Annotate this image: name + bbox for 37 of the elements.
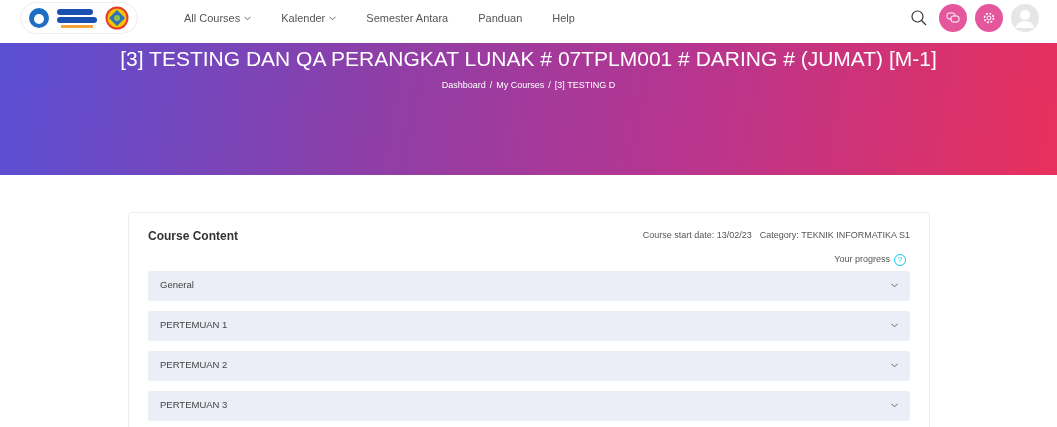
category: Category: TEKNIK INFORMATIKA S1 (759, 229, 910, 243)
section-title: PERTEMUAN 3 (160, 398, 228, 413)
nav-link[interactable]: Kalender (281, 9, 337, 27)
start-date: Course start date: 13/02/23 (642, 229, 752, 243)
nav-link[interactable]: Help (552, 9, 575, 27)
section-header[interactable]: PERTEMUAN 3 (148, 390, 910, 421)
section-header[interactable]: PERTEMUAN 2 (148, 350, 910, 381)
breadcrumb-separator: / (489, 79, 493, 92)
nav-link[interactable]: All Courses (184, 9, 252, 27)
settings-button[interactable] (975, 4, 1003, 32)
section-title: PERTEMUAN 2 (160, 358, 228, 373)
section-heading: Course Content (148, 228, 238, 245)
course-title: [3] TESTING DAN QA PERANGKAT LUNAK # 07TPLM001 # DARING # (JUMAT) [M-1] (119, 46, 938, 72)
breadcrumb-link[interactable]: [3] TESTING D (554, 79, 616, 93)
search-icon[interactable] (911, 10, 927, 26)
breadcrumb-separator: / (548, 79, 551, 92)
kampus-merdeka-logo-icon (55, 6, 99, 30)
caret-icon (329, 15, 337, 21)
section-header[interactable]: General (148, 270, 910, 301)
messages-button[interactable] (939, 4, 967, 32)
nav-link[interactable]: Semester Antara (366, 9, 449, 27)
breadcrumb-link[interactable]: My Courses (496, 79, 545, 93)
chevron-icon (891, 283, 898, 288)
chevron-icon (891, 363, 898, 368)
progress-label: Your progress (834, 253, 890, 266)
section-header[interactable]: PERTEMUAN 1 (148, 310, 910, 341)
breadcrumb-link[interactable]: Dashboard (441, 79, 486, 93)
chevron-icon (891, 323, 898, 328)
chat-icon (946, 12, 960, 24)
emblem-icon (29, 8, 49, 28)
section-title: General (160, 278, 194, 293)
section-title: PERTEMUAN 1 (160, 318, 228, 333)
caret-icon (244, 15, 252, 21)
emblem-icon (105, 6, 129, 30)
settings-icon (982, 11, 996, 25)
nav-link[interactable]: Panduan (478, 9, 523, 27)
chevron-icon (891, 403, 898, 408)
